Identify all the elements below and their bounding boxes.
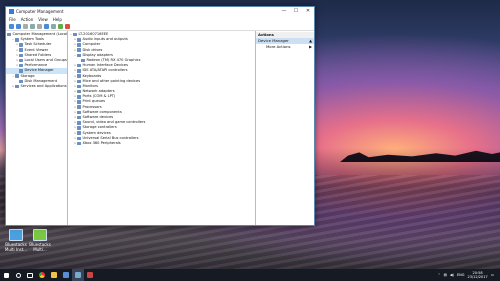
computer-icon [7, 32, 11, 37]
search-icon [15, 272, 21, 278]
tray-arrow-icon[interactable]: ⌃ [438, 273, 441, 277]
desktop-icon-bluestacks-multi-instance[interactable]: Bluestacks Multi Inst... [3, 229, 29, 252]
menu-view[interactable]: View [38, 17, 48, 22]
menu-help[interactable]: Help [53, 17, 62, 22]
performance-icon [19, 63, 23, 68]
more-actions-item[interactable]: More Actions ▶ [256, 44, 314, 50]
actions-pane: Actions Device Manager ▲ More Actions ▶ [256, 31, 314, 225]
ide-icon [77, 69, 81, 73]
bluestacks-icon [33, 229, 47, 241]
device-tree-item[interactable]: > Xbox 360 Peripherals [68, 141, 255, 146]
more-actions-label: More Actions [266, 44, 291, 49]
clock-icon [19, 43, 23, 47]
system-tray: ⌃ ▤ ◀) ENG 20:58 23/12/2017 ▭ [438, 271, 500, 279]
console-tree-item[interactable]: > Services and Applications [6, 84, 67, 89]
properties-icon[interactable] [37, 24, 42, 29]
sound-icon [77, 121, 81, 125]
close-button[interactable]: ✕ [302, 7, 314, 16]
console-tree-pane: Computer Management (Local) ⌄ System Tools… [6, 31, 68, 225]
audio-icon [77, 38, 81, 42]
language-indicator[interactable]: ENG [457, 273, 465, 277]
desktop-icon-bluestacks[interactable]: Bluestacks Multi... [27, 229, 53, 252]
computer-management-icon [9, 9, 14, 14]
bluestacks-icon [9, 229, 23, 241]
windows-logo-icon [3, 272, 9, 278]
computer-management-window: Computer Management — ☐ ✕ File Action Vi… [5, 6, 315, 226]
computer-management-icon [75, 272, 81, 278]
computer-icon [77, 43, 81, 47]
window-title: Computer Management [16, 9, 64, 14]
users-icon [19, 58, 23, 63]
clock-date: 23/12/2017 [467, 275, 488, 279]
printer-icon [77, 100, 81, 104]
folder-icon [19, 53, 23, 58]
forward-arrow-icon[interactable] [16, 24, 21, 29]
taskbar-store[interactable] [60, 269, 72, 281]
device-manager-icon [19, 69, 23, 73]
desktop-icon-label: Bluestacks Multi Inst... [4, 242, 28, 252]
display-icon [81, 58, 85, 63]
hid-icon [77, 63, 81, 68]
taskbar-computer-management[interactable] [72, 269, 84, 281]
folder-icon [51, 272, 57, 278]
storage-icon [15, 74, 19, 78]
desktop-icon-label: Bluestacks Multi... [29, 242, 51, 252]
menu-bar: File Action View Help [6, 16, 314, 23]
tree-silhouette [340, 150, 500, 162]
usb-icon [77, 136, 81, 141]
expand-arrow-icon: ▶ [309, 44, 312, 49]
display-icon [77, 53, 81, 58]
toolbar [6, 23, 314, 31]
disk-icon [19, 79, 23, 84]
xbox-icon [77, 141, 81, 146]
tree-item-label: Xbox 360 Peripherals [82, 140, 121, 145]
show-hide-tree-icon[interactable] [30, 24, 35, 29]
services-icon [15, 84, 19, 89]
task-view-button[interactable] [24, 269, 36, 281]
software-icon [77, 110, 81, 115]
maximize-button[interactable]: ☐ [290, 7, 302, 16]
processor-icon [77, 105, 81, 109]
notifications-icon[interactable]: ▭ [491, 273, 494, 277]
taskbar-app[interactable] [84, 269, 96, 281]
search-button[interactable] [12, 269, 24, 281]
network-icon[interactable]: ▤ [444, 273, 447, 277]
storage-icon [77, 126, 81, 130]
minimize-button[interactable]: — [278, 7, 290, 16]
up-folder-icon[interactable] [23, 24, 28, 29]
system-icon [77, 131, 81, 135]
software-icon [77, 115, 81, 120]
monitor-icon [77, 84, 81, 89]
clock[interactable]: 20:58 23/12/2017 [468, 271, 488, 279]
port-icon [77, 95, 81, 99]
update-driver-icon[interactable] [65, 24, 70, 29]
network-icon [77, 89, 81, 94]
taskbar: ⌃ ▤ ◀) ENG 20:58 23/12/2017 ▭ [0, 269, 500, 281]
mouse-icon [77, 79, 81, 84]
show-hide-action-pane-icon[interactable] [51, 24, 56, 29]
tools-icon [15, 38, 19, 42]
back-arrow-icon[interactable] [9, 24, 14, 29]
store-icon [63, 272, 69, 278]
disk-icon [77, 48, 81, 52]
volume-icon[interactable]: ◀) [450, 273, 454, 277]
device-tree-pane: ⌄ LT-20160716EEE > Audio inputs and outputs… [68, 31, 256, 225]
title-bar[interactable]: Computer Management — ☐ ✕ [6, 7, 314, 16]
task-view-icon [27, 272, 33, 278]
menu-action[interactable]: Action [21, 17, 34, 22]
chrome-icon [39, 272, 45, 278]
taskbar-chrome[interactable] [36, 269, 48, 281]
app-icon [87, 272, 93, 278]
start-button[interactable] [0, 269, 12, 281]
help-icon[interactable] [44, 24, 49, 29]
scan-hardware-icon[interactable] [58, 24, 63, 29]
event-icon [19, 48, 23, 52]
computer-icon [73, 32, 77, 37]
tree-item-label: Services and Applications [20, 83, 67, 88]
taskbar-file-explorer[interactable] [48, 269, 60, 281]
keyboard-icon [77, 74, 81, 78]
menu-file[interactable]: File [9, 17, 16, 22]
